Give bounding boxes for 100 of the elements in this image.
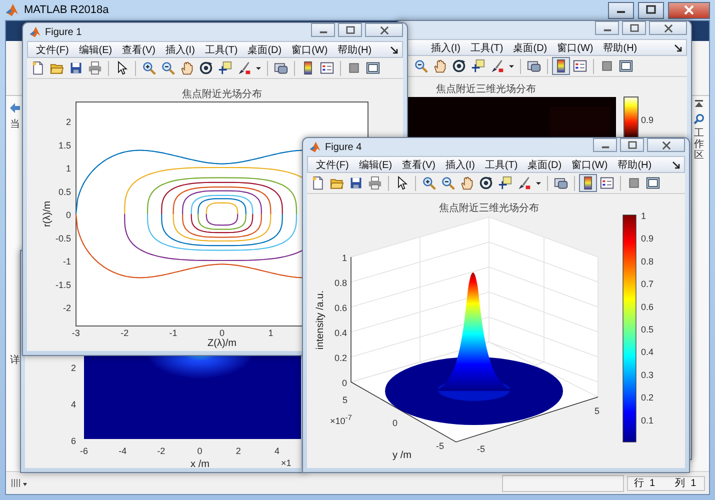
zoom-out-icon xyxy=(161,61,175,75)
tick-label: 6 xyxy=(70,436,76,446)
dock-arrow-icon[interactable] xyxy=(672,160,680,168)
minimize-button[interactable] xyxy=(593,138,617,152)
tick-label: 0.2 xyxy=(334,353,347,363)
caret-icon xyxy=(509,64,514,68)
tick-label: 0.3 xyxy=(641,370,654,380)
menu-item[interactable]: 编辑(E) xyxy=(74,42,116,56)
zoom-out-button[interactable] xyxy=(412,57,430,75)
save-icon xyxy=(349,176,363,190)
menu-item[interactable]: 工具(T) xyxy=(466,40,508,54)
menu-item[interactable]: 帮助(H) xyxy=(614,158,656,172)
data-cursor-icon xyxy=(498,176,512,190)
data-cursor-button[interactable] xyxy=(469,57,487,75)
tick-label: -3 xyxy=(72,328,80,338)
zoom-in-button[interactable] xyxy=(140,59,158,77)
close-button[interactable] xyxy=(365,23,403,37)
data-cursor-icon xyxy=(471,59,485,73)
print-button[interactable] xyxy=(366,174,384,192)
menu-item[interactable]: 编辑(E) xyxy=(354,158,396,172)
menu-item[interactable]: 工具(T) xyxy=(200,42,242,56)
back-arrow-icon[interactable] xyxy=(9,102,21,114)
menu-item[interactable]: 帮助(H) xyxy=(334,42,376,56)
column-grip-icon[interactable] xyxy=(10,478,28,488)
tick-label: 0.2 xyxy=(641,392,654,403)
close-button[interactable] xyxy=(668,2,710,18)
menu-item[interactable]: 窗口(W) xyxy=(288,42,332,56)
dock-arrow-icon[interactable] xyxy=(674,44,682,52)
tick-label: -4 xyxy=(118,446,127,456)
tick-label: 5 xyxy=(594,406,600,416)
tick-label: 2 xyxy=(66,117,71,127)
menu-item[interactable]: 工具(T) xyxy=(480,158,522,172)
rotate-icon xyxy=(452,59,466,73)
menu-item[interactable]: 桌面(D) xyxy=(509,40,552,54)
tick-label: 4 xyxy=(70,400,76,410)
rotate-button[interactable] xyxy=(477,174,495,192)
panel-tab[interactable]: 当 xyxy=(10,117,20,131)
menu-item[interactable]: 查看(V) xyxy=(118,42,160,56)
brush-icon xyxy=(490,59,504,73)
zoom-in-button[interactable] xyxy=(420,174,438,192)
tick-label: -0.5 xyxy=(55,233,71,244)
rotate-button[interactable] xyxy=(197,59,215,77)
close-icon xyxy=(380,26,388,34)
menu-item[interactable]: 窗口(W) xyxy=(553,40,598,54)
hide-tools-icon xyxy=(627,176,641,190)
maximize-button[interactable] xyxy=(638,2,664,18)
zoom-out-button[interactable] xyxy=(159,59,177,77)
colorbar-button[interactable] xyxy=(552,57,570,75)
tick-label: -1 xyxy=(62,256,71,266)
minimize-button[interactable] xyxy=(595,21,619,35)
zoom-out-button[interactable] xyxy=(439,174,457,192)
maximize-button[interactable] xyxy=(338,23,362,37)
panel-tab[interactable]: 详 xyxy=(10,353,20,367)
panel-tab[interactable]: 工作区 xyxy=(694,128,704,161)
brush-icon xyxy=(517,176,531,190)
menu-item[interactable]: 插入(I) xyxy=(161,42,199,56)
colorbar-icon xyxy=(554,59,568,73)
colorbar-button[interactable] xyxy=(579,174,597,192)
tick-label: 0 xyxy=(66,210,71,220)
legend-icon xyxy=(573,59,587,73)
maximize-button[interactable] xyxy=(622,21,646,35)
tick-label: -2 xyxy=(62,303,71,313)
menu-item[interactable]: 帮助(H) xyxy=(599,40,642,54)
collapse-icon[interactable] xyxy=(693,98,705,110)
tick-label: 0.6 xyxy=(641,302,654,312)
menu-item[interactable]: 文件(F) xyxy=(312,158,353,172)
tick-label: 1 xyxy=(268,328,274,338)
rotate-button[interactable] xyxy=(450,57,468,75)
axis-label: r(λ)/m xyxy=(42,200,53,228)
legend-icon xyxy=(320,61,334,75)
print-button[interactable] xyxy=(86,59,104,77)
tick-label: 0.7 xyxy=(641,279,654,290)
open-folder-icon xyxy=(50,61,64,75)
close-button[interactable] xyxy=(649,21,687,35)
minimize-button[interactable] xyxy=(311,23,335,37)
menu-item[interactable]: 查看(V) xyxy=(398,158,440,172)
data-cursor-button[interactable] xyxy=(496,174,514,192)
minimize-button[interactable] xyxy=(608,2,634,18)
menu-item[interactable]: 桌面(D) xyxy=(524,158,566,172)
menu-item[interactable]: 插入(I) xyxy=(427,40,464,54)
menu-item[interactable]: 插入(I) xyxy=(441,158,479,172)
maximize-button[interactable] xyxy=(620,138,644,152)
menu-item[interactable]: 文件(F) xyxy=(32,42,73,56)
print-icon xyxy=(368,176,382,190)
menu-item[interactable]: 桌面(D) xyxy=(244,42,286,56)
hide-tools-icon xyxy=(600,59,614,73)
tick-label: 1 xyxy=(641,211,646,221)
menu-item[interactable]: 窗口(W) xyxy=(568,158,612,172)
close-icon xyxy=(684,5,694,15)
dock-arrow-icon[interactable] xyxy=(390,46,398,54)
tick-label: 4 xyxy=(274,446,280,456)
legend-icon xyxy=(600,176,614,190)
close-button[interactable] xyxy=(647,138,685,152)
show-tools-icon xyxy=(366,61,380,75)
pan-icon xyxy=(180,61,194,75)
pan-icon xyxy=(460,176,474,190)
pointer-icon xyxy=(395,176,409,190)
row-indicator: 行 1 xyxy=(634,477,656,490)
search-icon[interactable] xyxy=(693,113,705,125)
data-cursor-button[interactable] xyxy=(216,59,234,77)
